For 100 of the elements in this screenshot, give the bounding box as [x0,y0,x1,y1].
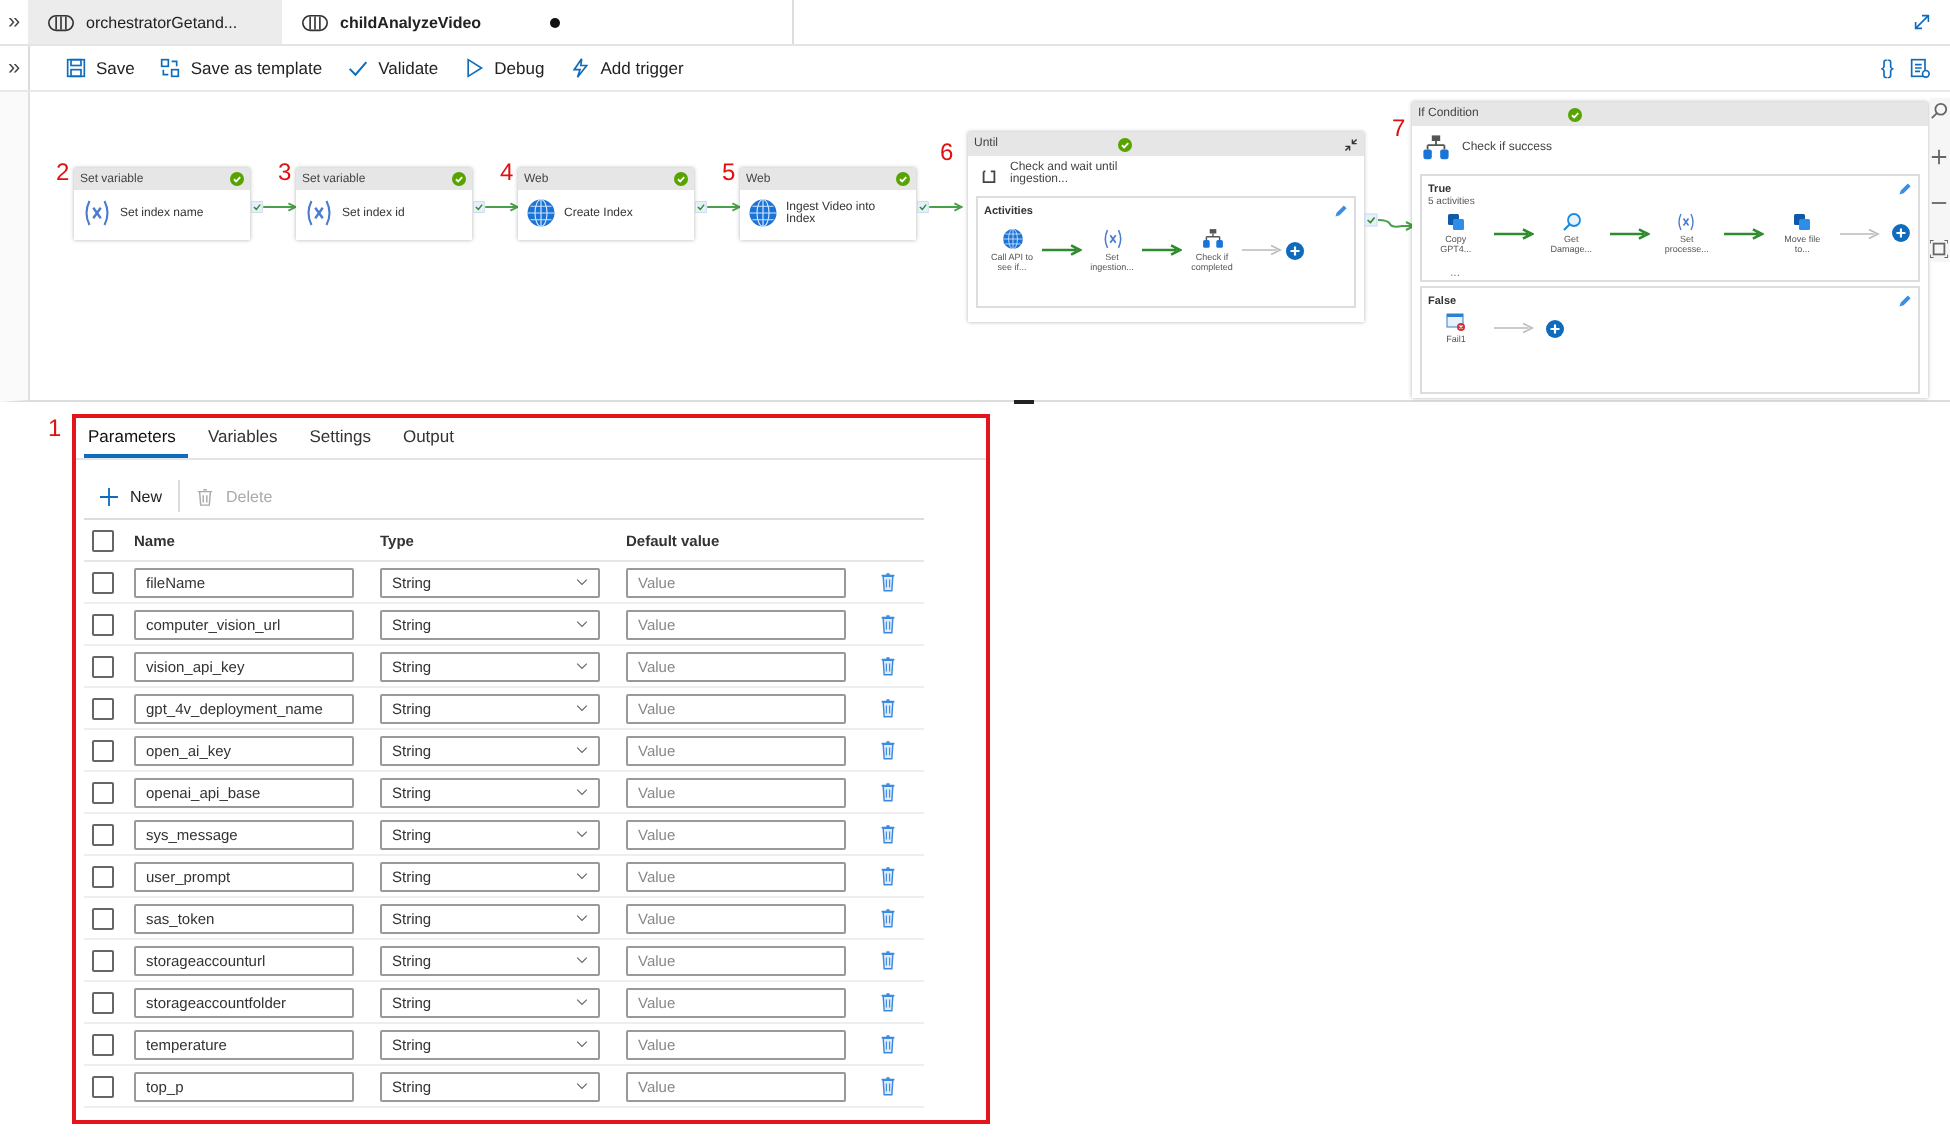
branch-icon [1201,228,1223,250]
resize-handle[interactable] [1014,400,1034,404]
row-checkbox[interactable] [92,907,114,929]
zoom-in-icon[interactable] [1930,148,1948,166]
chevron-down-icon [576,1040,588,1048]
delete-row-icon[interactable] [880,1076,896,1096]
delete-row-icon[interactable] [880,656,896,676]
annotation-number: 1 [48,414,62,442]
collapse-toggle[interactable]: » [0,46,30,90]
chevron-down-icon [576,620,588,628]
globe-icon [748,198,778,228]
success-connector [694,198,742,216]
delete-row-icon[interactable] [880,614,896,634]
delete-row-icon[interactable] [880,866,896,886]
search-icon[interactable] [1930,102,1948,120]
annotation-number: 3 [278,158,292,186]
annotation-number: 2 [56,158,70,186]
magnifier-icon [1561,212,1582,232]
flow-arrow [1724,227,1765,240]
flow-arrow [1142,244,1182,257]
pipeline-tab[interactable]: orchestratorGetand... [28,0,282,44]
checkmark-icon [348,58,369,78]
chevron-down-icon [576,830,588,838]
chevron-down-icon [576,1082,588,1090]
row-checkbox[interactable] [92,1033,114,1055]
chevron-down-icon [576,914,588,922]
toolbar-button[interactable]: Save [56,54,145,82]
row-checkbox[interactable] [92,991,114,1013]
row-checkbox[interactable] [92,613,114,635]
pipeline-icon [48,13,74,31]
pencil-icon[interactable] [1334,204,1348,218]
row-checkbox[interactable] [92,949,114,971]
copy-icon [1445,212,1466,232]
plus-icon [100,487,118,505]
panel-tab[interactable]: Variables [203,418,290,458]
annotation-number: 7 [1392,114,1406,142]
delete-row-icon[interactable] [880,1034,896,1054]
select-all-checkbox[interactable] [92,529,114,551]
pencil-icon[interactable] [1898,182,1912,196]
flow-arrow [1493,227,1534,240]
add-activity-button[interactable] [1546,319,1564,338]
row-checkbox[interactable] [92,739,114,761]
play-icon [464,58,485,78]
toolbar-button[interactable]: Validate [338,54,449,82]
add-activity-button[interactable] [1286,241,1304,260]
delete-row-icon[interactable] [880,824,896,844]
annotation-number: 6 [940,138,954,166]
delete-row-icon[interactable] [880,950,896,970]
copy-icon [1792,212,1813,232]
chevron-down-icon [576,704,588,712]
pencil-icon[interactable] [1898,294,1912,308]
panel-tab[interactable]: Parameters [84,418,188,458]
collapse-toggle[interactable]: » [0,0,28,44]
expand-icon[interactable] [1914,14,1930,30]
collapse-icon[interactable] [1344,137,1358,151]
code-view-button[interactable]: {} [1880,57,1894,79]
delete-row-icon[interactable] [880,908,896,928]
row-checkbox[interactable] [92,781,114,803]
delete-row-icon[interactable] [880,782,896,802]
delete-row-icon[interactable] [880,698,896,718]
row-checkbox[interactable] [92,823,114,845]
chevron-down-icon [576,998,588,1006]
success-connector [472,198,520,216]
toolbar-button[interactable]: Add trigger [560,54,694,82]
flow-arrow [1494,322,1534,335]
row-checkbox[interactable] [92,865,114,887]
delete-row-icon[interactable] [880,572,896,592]
fit-to-screen-icon[interactable] [1930,240,1948,258]
pipeline-icon [302,13,328,31]
toolbar-button[interactable]: Debug [454,54,555,82]
tab-title: orchestratorGetand... [86,13,238,31]
globe-icon [526,198,556,228]
row-checkbox[interactable] [92,655,114,677]
annotation-number: 5 [722,158,736,186]
chevron-down-icon [576,746,588,754]
chevron-down-icon [576,662,588,670]
row-checkbox[interactable] [92,1075,114,1097]
variable-icon [82,198,112,228]
success-connector [250,198,298,216]
new-button[interactable]: New [96,483,167,509]
template-icon [160,58,181,78]
variable-icon [1101,228,1123,250]
row-checkbox[interactable] [92,697,114,719]
save-icon [66,58,86,78]
fail-window-icon [1446,312,1466,332]
lightning-icon [570,58,591,78]
delete-row-icon[interactable] [880,740,896,760]
panel-tab[interactable]: Output [398,418,466,458]
globe-icon [1001,228,1023,250]
success-connector [1364,212,1416,232]
panel-tab[interactable]: Settings [305,418,383,458]
chevron-down-icon [576,872,588,880]
toolbar-button[interactable]: Save as template [150,54,333,82]
delete-row-icon[interactable] [880,992,896,1012]
properties-icon[interactable] [1910,58,1930,78]
loop-icon [980,165,998,183]
flow-arrow [1042,244,1082,257]
row-checkbox[interactable] [92,571,114,593]
success-connector [916,198,964,216]
add-activity-button[interactable] [1892,224,1910,243]
